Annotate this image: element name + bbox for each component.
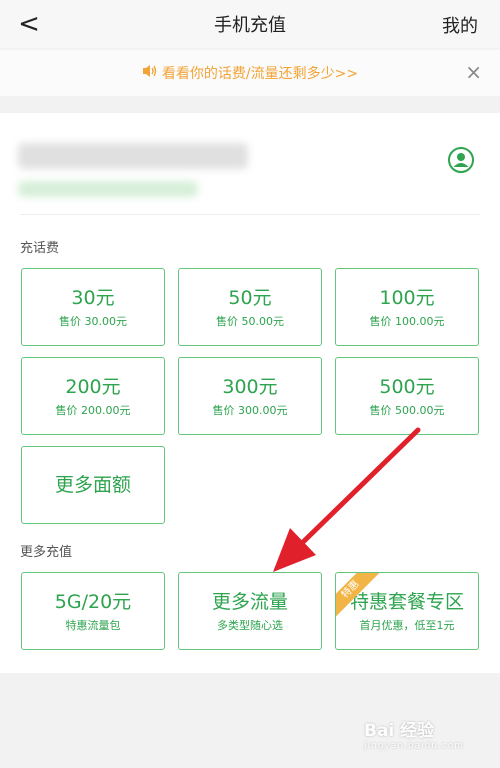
recharge-panel: 充话费 30元 售价 30.00元 50元 售价 50.00元 100元 售价 … [0, 113, 500, 673]
notice-text[interactable]: 看看你的话费/流量还剩多少>> [162, 63, 358, 83]
card-amount: 500元 [379, 375, 435, 398]
recharge-card-300[interactable]: 300元 售价 300.00元 [178, 357, 322, 435]
card-subtitle: 首月优惠，低至1元 [359, 618, 455, 632]
recharge-card-100[interactable]: 100元 售价 100.00元 [335, 268, 479, 346]
more-data-card[interactable]: 更多流量 多类型随心选 [178, 572, 322, 650]
user-icon[interactable] [448, 147, 474, 173]
card-amount: 50元 [228, 286, 272, 309]
page-title: 手机充值 [214, 15, 286, 36]
card-amount: 30元 [71, 286, 115, 309]
card-price: 售价 50.00元 [216, 314, 284, 328]
special-package-card[interactable]: 特惠 特惠套餐专区 首月优惠，低至1元 [335, 572, 479, 650]
account-info [18, 133, 478, 213]
card-amount: 100元 [379, 286, 435, 309]
top-nav-bar: < 手机充值 我的 [0, 0, 500, 48]
recharge-card-30[interactable]: 30元 售价 30.00元 [21, 268, 165, 346]
card-amount: 300元 [222, 375, 278, 398]
5g-data-pack-card[interactable]: 5G/20元 特惠流量包 [21, 572, 165, 650]
recharge-card-200[interactable]: 200元 售价 200.00元 [21, 357, 165, 435]
card-title: 更多流量 [211, 590, 288, 613]
card-subtitle: 特惠流量包 [65, 618, 121, 632]
card-price: 售价 300.00元 [212, 403, 288, 417]
blurred-account-detail [18, 181, 198, 197]
speaker-icon [142, 64, 158, 82]
more-recharge-section-title: 更多充值 [20, 545, 73, 560]
recharge-card-50[interactable]: 50元 售价 50.00元 [178, 268, 322, 346]
close-icon[interactable]: × [465, 60, 482, 84]
balance-notice-bar[interactable]: 看看你的话费/流量还剩多少>> × [0, 50, 500, 96]
back-button[interactable]: < [14, 8, 44, 40]
card-amount: 200元 [65, 375, 121, 398]
card-price: 售价 100.00元 [369, 314, 445, 328]
recharge-card-500[interactable]: 500元 售价 500.00元 [335, 357, 479, 435]
mine-link[interactable]: 我的 [442, 12, 478, 38]
card-price: 售价 200.00元 [55, 403, 131, 417]
card-title: 特惠套餐专区 [349, 590, 464, 613]
card-price: 售价 500.00元 [369, 403, 445, 417]
watermark: Bai 经验 jingyan.baidu.com [364, 716, 474, 762]
watermark-logo: Bai 经验 [364, 721, 435, 741]
more-amount-button[interactable]: 更多面额 [21, 446, 165, 524]
watermark-url: jingyan.baidu.com [364, 741, 465, 751]
more-amount-label: 更多面额 [54, 474, 131, 496]
blurred-phone-number [18, 143, 248, 169]
card-subtitle: 多类型随心选 [217, 618, 283, 632]
recharge-section-title: 充话费 [20, 241, 60, 256]
card-price: 售价 30.00元 [59, 314, 127, 328]
divider [20, 214, 480, 215]
card-title: 5G/20元 [54, 590, 132, 613]
